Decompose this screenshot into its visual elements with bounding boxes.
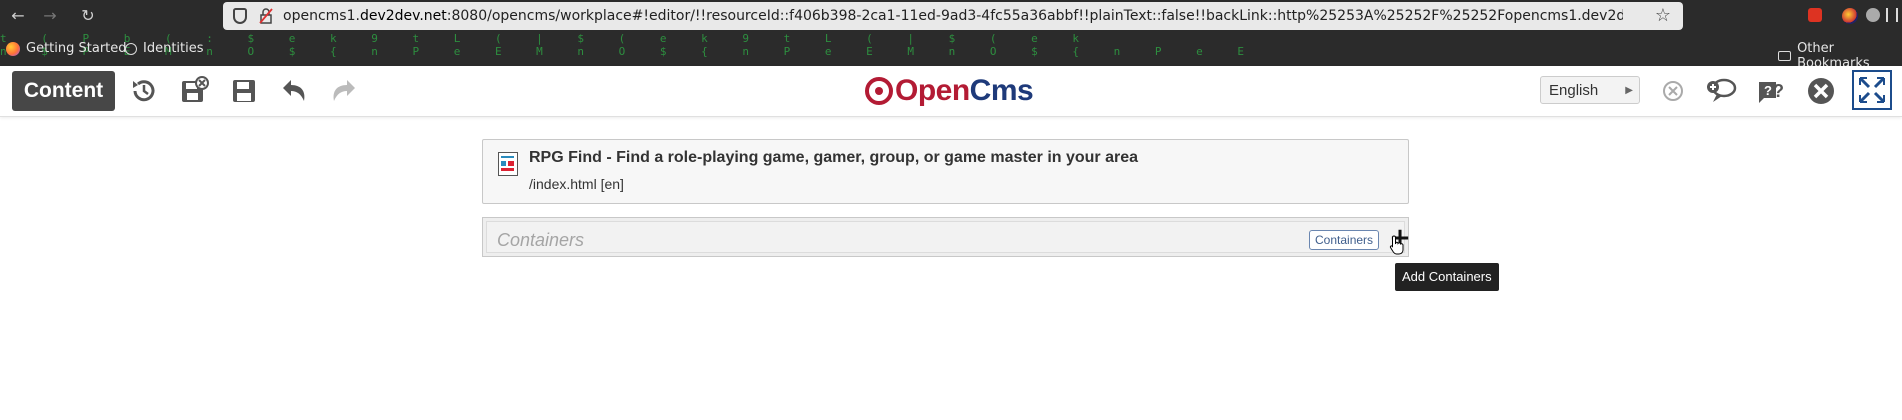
page-info-card[interactable]: RPG Find - Find a role-playing game, gam… bbox=[482, 139, 1409, 204]
history-icon[interactable] bbox=[127, 74, 161, 108]
containers-inner: Containers Containers + bbox=[486, 221, 1411, 253]
extension-icon[interactable] bbox=[1842, 8, 1858, 24]
language-value: English bbox=[1549, 82, 1599, 99]
help-icon[interactable]: ?? bbox=[1754, 74, 1788, 108]
menu-icon[interactable] bbox=[1886, 8, 1898, 22]
page-path: /index.html [en] bbox=[529, 176, 624, 192]
add-containers-tooltip: Add Containers bbox=[1395, 263, 1499, 291]
back-arrow-icon[interactable]: ← bbox=[8, 6, 28, 26]
clear-icon[interactable] bbox=[1656, 74, 1690, 108]
bookmark-label: Identities bbox=[143, 41, 204, 56]
globe-icon bbox=[125, 42, 137, 55]
page-icon bbox=[498, 152, 518, 176]
bookmarks-bar: t ( P b ( : $ e k 9 t L ( | $ ( e k 9 t … bbox=[0, 32, 1902, 71]
svg-text:?: ? bbox=[1773, 81, 1784, 101]
page-title: RPG Find - Find a role-playing game, gam… bbox=[529, 149, 1139, 166]
containers-area[interactable]: Containers Containers + bbox=[482, 217, 1411, 257]
containers-placeholder: Containers bbox=[497, 230, 585, 250]
containers-tag[interactable]: Containers bbox=[1309, 230, 1380, 250]
bookmark-getting-started[interactable]: Getting Started bbox=[6, 41, 127, 56]
feedback-icon[interactable] bbox=[1704, 74, 1738, 108]
opencms-toolbar: Content OpenCms English ▶ ?? bbox=[0, 66, 1902, 117]
redo-icon[interactable] bbox=[327, 74, 361, 108]
close-icon[interactable] bbox=[1804, 74, 1838, 108]
selection-icon[interactable] bbox=[1852, 70, 1892, 110]
extension-icon[interactable] bbox=[1808, 8, 1822, 22]
save-icon[interactable] bbox=[227, 74, 261, 108]
bookmark-label: Getting Started bbox=[26, 41, 127, 56]
svg-text:?: ? bbox=[1764, 83, 1772, 98]
browser-url-bar: ← → ↻ opencms1.dev2dev.net:8080/opencms/… bbox=[0, 0, 1902, 32]
bookmark-star-icon[interactable]: ☆ bbox=[1655, 5, 1671, 26]
folder-icon bbox=[1778, 51, 1792, 61]
bookmark-identities[interactable]: Identities bbox=[125, 41, 204, 56]
content-app-button[interactable]: Content bbox=[12, 71, 115, 111]
url-text[interactable]: opencms1.dev2dev.net:8080/opencms/workpl… bbox=[283, 8, 1623, 24]
language-select[interactable]: English ▶ bbox=[1540, 76, 1640, 104]
profile-icon[interactable] bbox=[1866, 8, 1880, 22]
undo-icon[interactable] bbox=[277, 74, 311, 108]
forward-arrow-icon[interactable]: → bbox=[40, 6, 60, 26]
matrix-background: t ( P b ( : $ e k 9 t L ( | $ ( e k 9 t … bbox=[0, 32, 1258, 58]
opencms-logo: OpenCms bbox=[865, 71, 1034, 111]
address-field[interactable]: opencms1.dev2dev.net:8080/opencms/workpl… bbox=[223, 2, 1683, 30]
hand-cursor-icon bbox=[1389, 235, 1404, 255]
save-exit-icon[interactable] bbox=[177, 74, 211, 108]
shield-icon[interactable] bbox=[233, 8, 247, 24]
insecure-lock-icon[interactable] bbox=[259, 8, 273, 24]
logo-mark bbox=[865, 77, 893, 105]
logo-wordmark: OpenCms bbox=[895, 74, 1034, 107]
select-arrow-icon: ▶ bbox=[1625, 85, 1633, 96]
reload-icon[interactable]: ↻ bbox=[78, 6, 98, 26]
firefox-icon bbox=[6, 41, 20, 56]
